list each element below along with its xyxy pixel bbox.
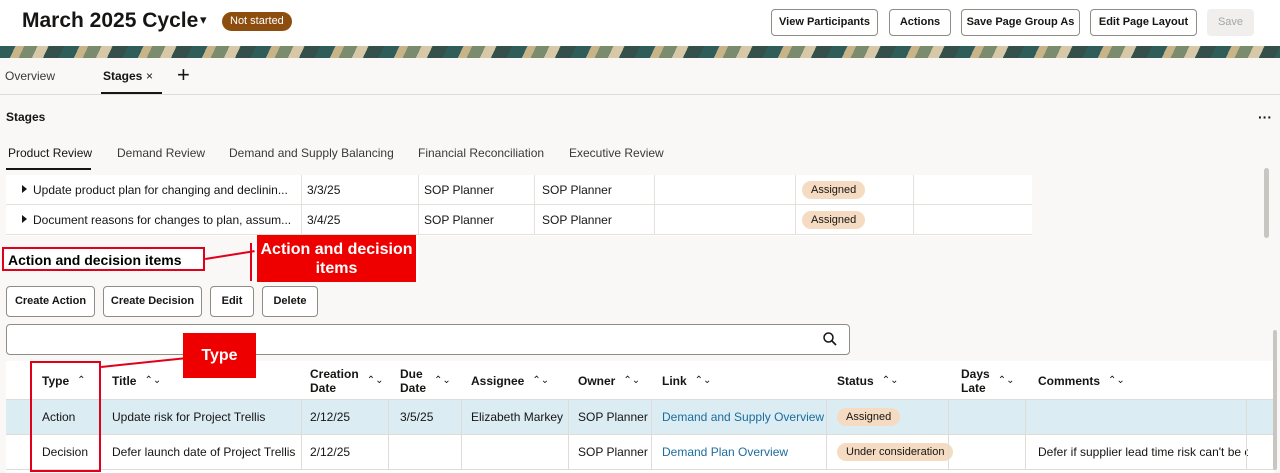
table-row[interactable]: Document reasons for changes to plan, as… (6, 205, 1032, 235)
sort-icon[interactable]: ⌃⌄ (1108, 375, 1125, 386)
cell-comments (1038, 400, 1248, 435)
create-decision-button[interactable]: Create Decision (103, 286, 202, 317)
expand-icon[interactable] (22, 215, 27, 223)
stage-tab-demand-review[interactable]: Demand Review (117, 146, 205, 160)
highlight-box: Action and decision items (2, 247, 205, 271)
expand-icon[interactable] (22, 185, 27, 193)
actions-button[interactable]: Actions (889, 9, 951, 36)
more-options-icon[interactable]: ··· (1258, 109, 1272, 125)
table-row[interactable]: Action Update risk for Project Trellis 2… (6, 400, 1274, 435)
page-title: March 2025 Cycle (22, 9, 199, 32)
cell-comments: Defer if supplier lead time risk can't b… (1038, 445, 1248, 459)
task-name: Document reasons for changes to plan, as… (33, 213, 292, 227)
column-header-days-late[interactable]: Days Late ⌃⌄ (961, 361, 1014, 400)
task-date: 3/4/25 (307, 213, 341, 227)
stage-tab-demand-supply-balancing[interactable]: Demand and Supply Balancing (229, 146, 394, 160)
column-header-title[interactable]: Title ⌃⌄ (112, 361, 161, 400)
task-name: Update product plan for changing and dec… (33, 183, 288, 197)
status-chip: Assigned (802, 211, 866, 229)
callout-connector (250, 243, 252, 281)
search-bar (6, 324, 850, 355)
callout-type: Type (183, 333, 256, 378)
column-header-creation-date[interactable]: Creation Date ⌃⌄ (310, 361, 383, 400)
delete-button[interactable]: Delete (262, 286, 318, 317)
link-demand-supply-overview[interactable]: Demand and Supply Overview (662, 400, 827, 435)
section-title: Stages (6, 110, 46, 124)
vertical-scrollbar[interactable] (1264, 168, 1269, 238)
cell-title: Defer launch date of Project Trellis (112, 445, 296, 459)
cell-owner: SOP Planner (578, 410, 648, 424)
divider (0, 94, 1280, 95)
cell-due-date: 3/5/25 (400, 410, 434, 424)
search-icon[interactable] (823, 332, 837, 346)
status-chip: Assigned (802, 181, 866, 199)
task-assignee: SOP Planner (424, 213, 494, 227)
cell-assignee (471, 435, 571, 470)
callout-action-decision: Action and decision items (255, 235, 418, 282)
column-header-link[interactable]: Link ⌃⌄ (662, 361, 711, 400)
active-stage-indicator (6, 168, 91, 170)
task-date: 3/3/25 (307, 183, 341, 197)
stage-tab-executive-review[interactable]: Executive Review (569, 146, 664, 160)
column-header-status[interactable]: Status ⌃⌄ (837, 361, 898, 400)
action-decision-title: Action and decision items (8, 252, 182, 268)
save-page-group-as-button[interactable]: Save Page Group As (961, 9, 1080, 36)
column-header-assignee[interactable]: Assignee ⌃⌄ (471, 361, 549, 400)
sort-icon[interactable]: ⌃⌄ (695, 375, 712, 386)
search-input[interactable] (13, 329, 803, 351)
sort-icon[interactable]: ⌃⌄ (623, 375, 640, 386)
cell-title: Update risk for Project Trellis (112, 410, 266, 424)
highlight-box (30, 361, 101, 472)
tasks-table: Update product plan for changing and dec… (6, 175, 1032, 236)
stage-tab-financial-reconciliation[interactable]: Financial Reconciliation (418, 146, 544, 160)
sort-icon[interactable]: ⌃⌄ (998, 375, 1015, 386)
sort-icon[interactable]: ⌃⌄ (367, 375, 384, 386)
status-chip: Under consideration (837, 443, 954, 461)
column-header-owner[interactable]: Owner ⌃⌄ (578, 361, 640, 400)
chevron-down-icon[interactable]: ▾ (200, 12, 207, 28)
page-header: March 2025 Cycle ▾ Not started View Part… (0, 0, 1280, 46)
cell-owner: SOP Planner (578, 445, 648, 459)
tab-stages[interactable]: Stages (103, 69, 142, 83)
edit-button[interactable]: Edit (210, 286, 254, 317)
task-owner: SOP Planner (542, 183, 612, 197)
cell-assignee: Elizabeth Markey (471, 410, 564, 424)
status-chip: Assigned (837, 408, 901, 426)
tab-overview[interactable]: Overview (5, 69, 55, 83)
sort-icon[interactable]: ⌃⌄ (434, 375, 451, 386)
decorative-banner (0, 46, 1280, 58)
sort-icon[interactable]: ⌃⌄ (532, 375, 549, 386)
save-button[interactable]: Save (1207, 9, 1254, 36)
cell-due-date (400, 435, 460, 470)
cell-creation-date: 2/12/25 (310, 445, 351, 459)
add-tab-icon[interactable]: + (177, 63, 190, 87)
column-header-due-date[interactable]: Due Date ⌃⌄ (400, 361, 451, 400)
link-demand-plan-overview[interactable]: Demand Plan Overview (662, 435, 827, 470)
view-participants-button[interactable]: View Participants (771, 9, 878, 36)
task-owner: SOP Planner (542, 213, 612, 227)
table-row[interactable]: Decision Defer launch date of Project Tr… (6, 435, 1274, 470)
cell-creation-date: 2/12/25 (310, 410, 351, 424)
edit-page-layout-button[interactable]: Edit Page Layout (1090, 9, 1197, 36)
sort-icon[interactable]: ⌃⌄ (144, 375, 161, 386)
vertical-scrollbar[interactable] (1273, 330, 1277, 470)
create-action-button[interactable]: Create Action (6, 286, 95, 317)
status-badge: Not started (222, 12, 292, 31)
column-header-comments[interactable]: Comments ⌃⌄ (1038, 361, 1125, 400)
table-row[interactable]: Update product plan for changing and dec… (6, 175, 1032, 205)
close-icon[interactable]: × (146, 69, 153, 83)
stage-tab-product-review[interactable]: Product Review (8, 146, 92, 160)
task-assignee: SOP Planner (424, 183, 494, 197)
sort-icon[interactable]: ⌃⌄ (882, 375, 899, 386)
